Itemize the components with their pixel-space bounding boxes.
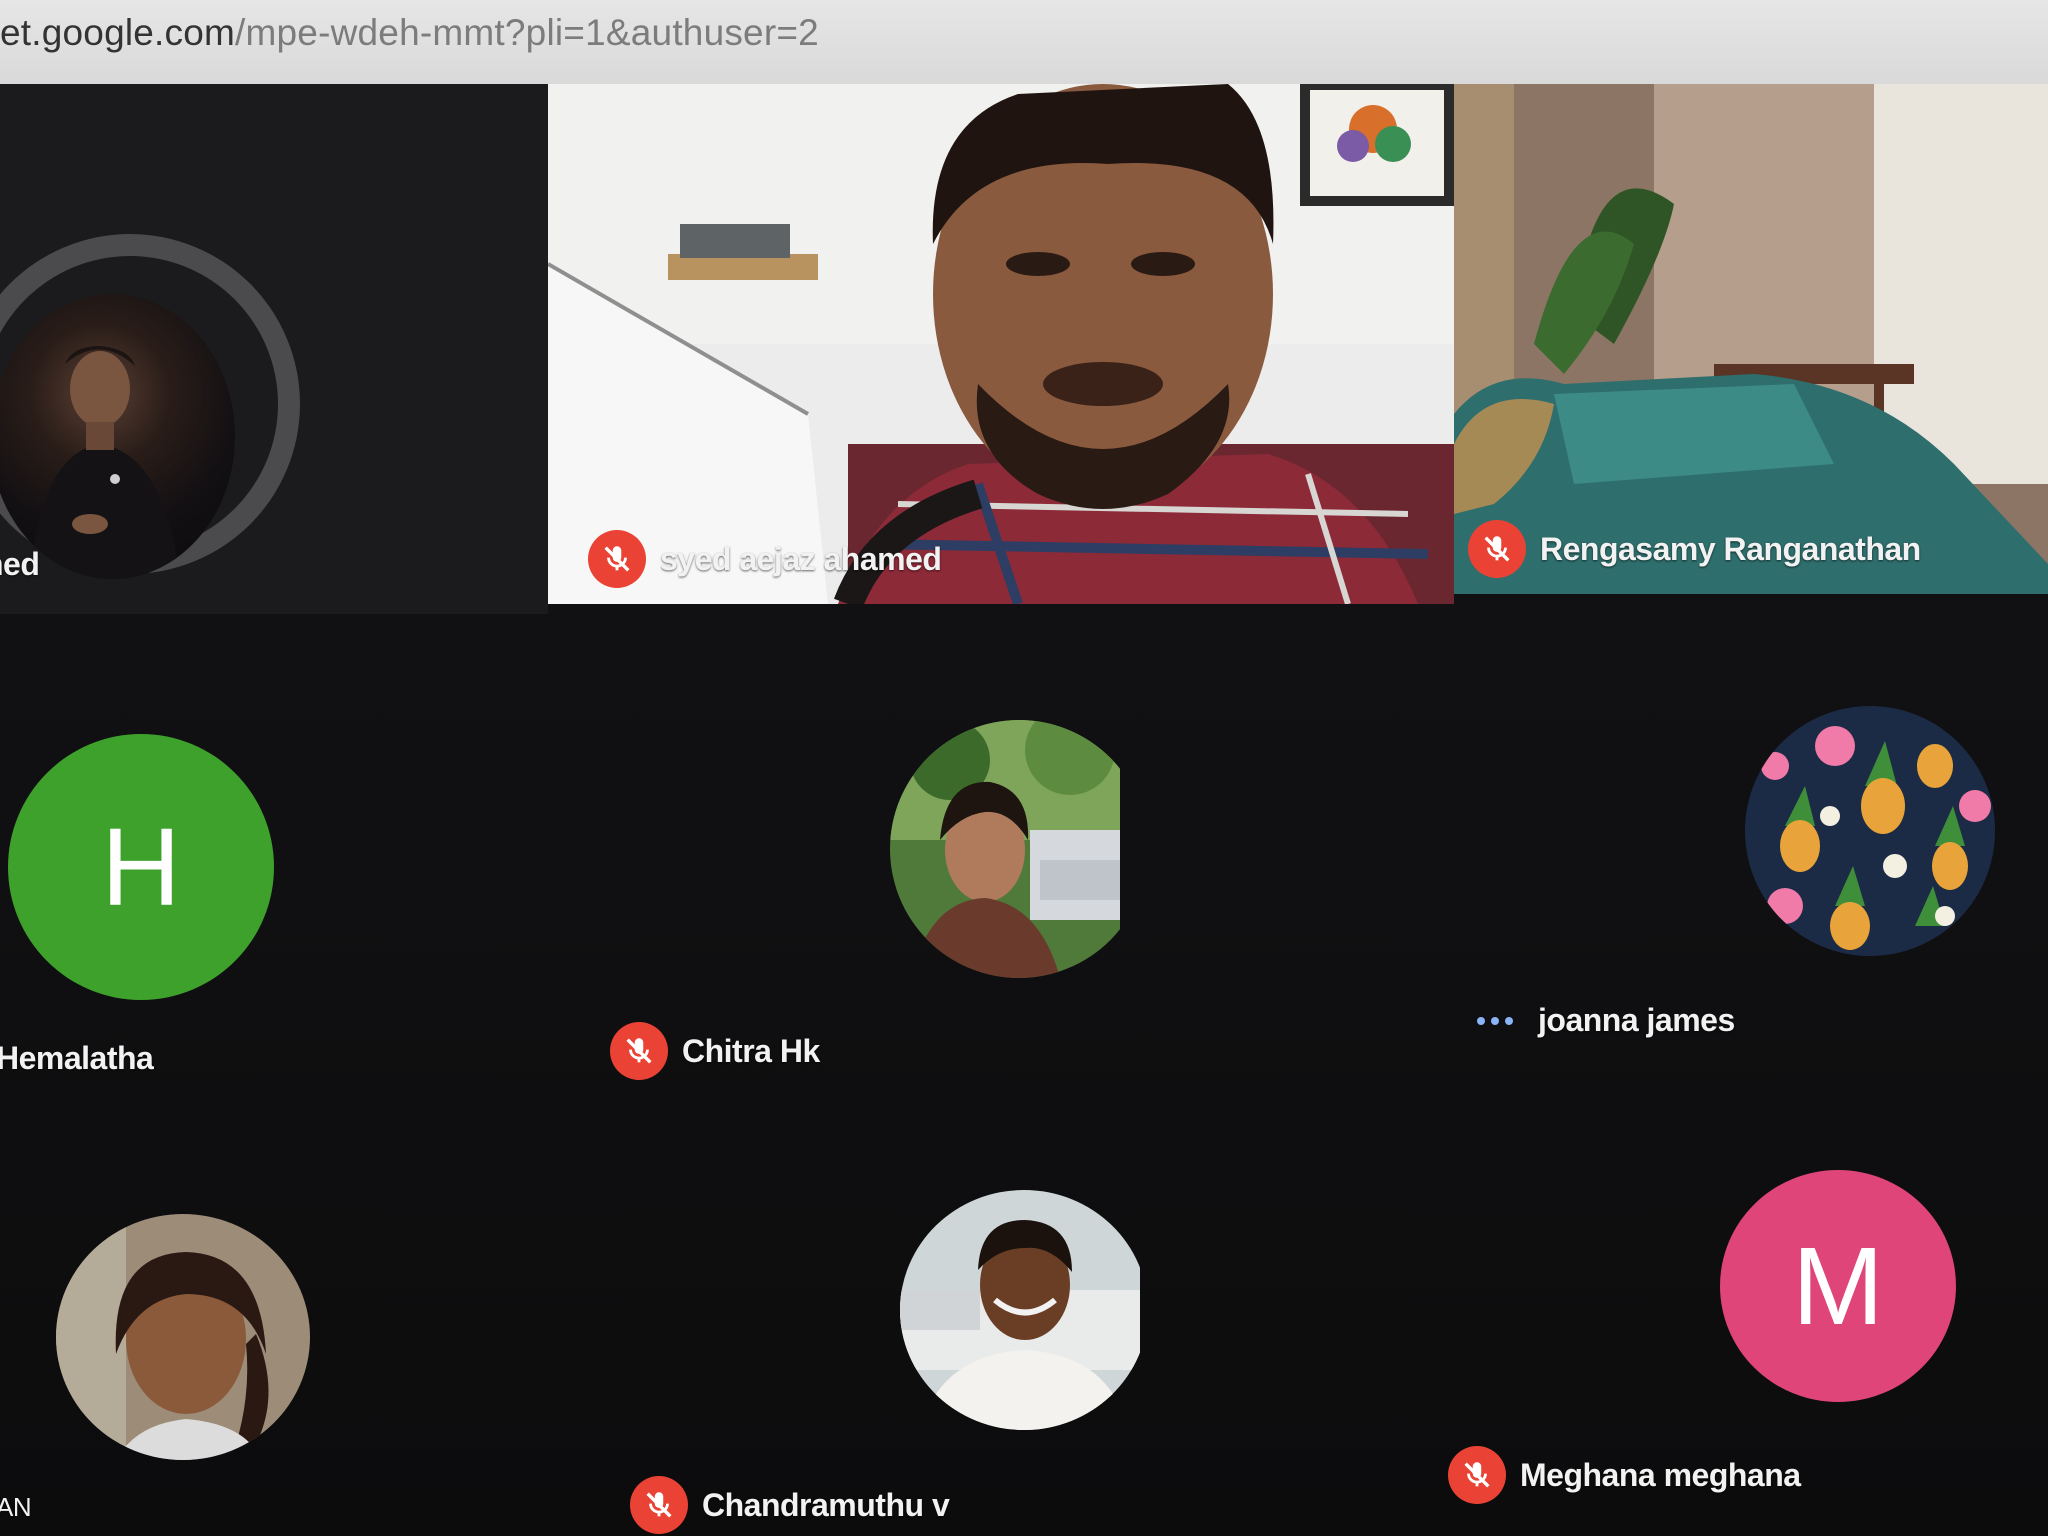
participant-name: AN [0, 1492, 32, 1522]
participant-tile-hemalatha[interactable]: H Hemalatha [0, 640, 560, 1110]
participant-tile-joanna[interactable]: joanna james [1440, 640, 2048, 1110]
participant-tile-chitra[interactable]: Chitra Hk [560, 640, 1120, 1110]
url-host: et.google.com [0, 12, 236, 53]
participant-tile-rengasamy[interactable]: Rengasamy Ranganathan [1454, 84, 2048, 594]
mic-off-icon [1448, 1446, 1506, 1504]
participant-name-row: ned [0, 546, 40, 583]
video-feed [548, 84, 1454, 604]
avatar [1745, 706, 1995, 956]
meet-window: et.google.com/mpe-wdeh-mmt?pli=1&authuse… [0, 0, 2048, 1536]
participant-name: Hemalatha [0, 1040, 154, 1076]
url-text[interactable]: et.google.com/mpe-wdeh-mmt?pli=1&authuse… [0, 12, 819, 54]
participant-name: Rengasamy Ranganathan [1540, 530, 1921, 567]
avatar [890, 720, 1120, 978]
mic-off-icon [630, 1476, 688, 1534]
avatar-initial: M [1792, 1224, 1884, 1348]
participant-name-row: joanna james [1466, 1002, 1735, 1039]
participant-name: Meghana meghana [1520, 1456, 1801, 1493]
participant-name: ned [0, 546, 40, 582]
participant-name-row: syed aejaz ahamed [588, 530, 942, 588]
participant-name-row: Chitra Hk [610, 1022, 820, 1080]
participant-name-row: Chandramuthu v [630, 1476, 950, 1534]
participant-name-row: Hemalatha [0, 1040, 154, 1077]
participant-tile-syed[interactable]: syed aejaz ahamed [548, 84, 1454, 604]
participant-tile-meghana[interactable]: M Meghana meghana [1420, 1140, 2048, 1536]
participant-name: joanna james [1538, 1002, 1735, 1038]
participant-name-row: AN [0, 1492, 32, 1523]
mic-off-icon [1468, 520, 1526, 578]
participant-name-row: Rengasamy Ranganathan [1468, 520, 1921, 578]
avatar: H [8, 734, 274, 1000]
avatar [56, 1214, 310, 1460]
avatar-initial: H [101, 805, 181, 929]
address-bar[interactable]: et.google.com/mpe-wdeh-mmt?pli=1&authuse… [0, 0, 2048, 86]
avatar [0, 294, 235, 579]
mic-off-icon [610, 1022, 668, 1080]
participant-name-row: Meghana meghana [1448, 1446, 1801, 1504]
video-feed [1454, 84, 2048, 594]
participant-name: Chitra Hk [682, 1032, 820, 1069]
url-path: /mpe-wdeh-mmt?pli=1&authuser=2 [235, 12, 819, 53]
participant-tile-ned[interactable]: ned [0, 84, 548, 614]
participant-tile-an[interactable]: AN [0, 1140, 560, 1536]
participant-name: syed aejaz ahamed [660, 540, 942, 577]
participant-tile-chandramuthu[interactable]: Chandramuthu v [560, 1140, 1140, 1536]
mic-off-icon [588, 530, 646, 588]
participant-name: Chandramuthu v [702, 1486, 950, 1523]
avatar: M [1720, 1170, 1956, 1402]
avatar [900, 1190, 1140, 1430]
more-dots-icon [1466, 1016, 1524, 1025]
